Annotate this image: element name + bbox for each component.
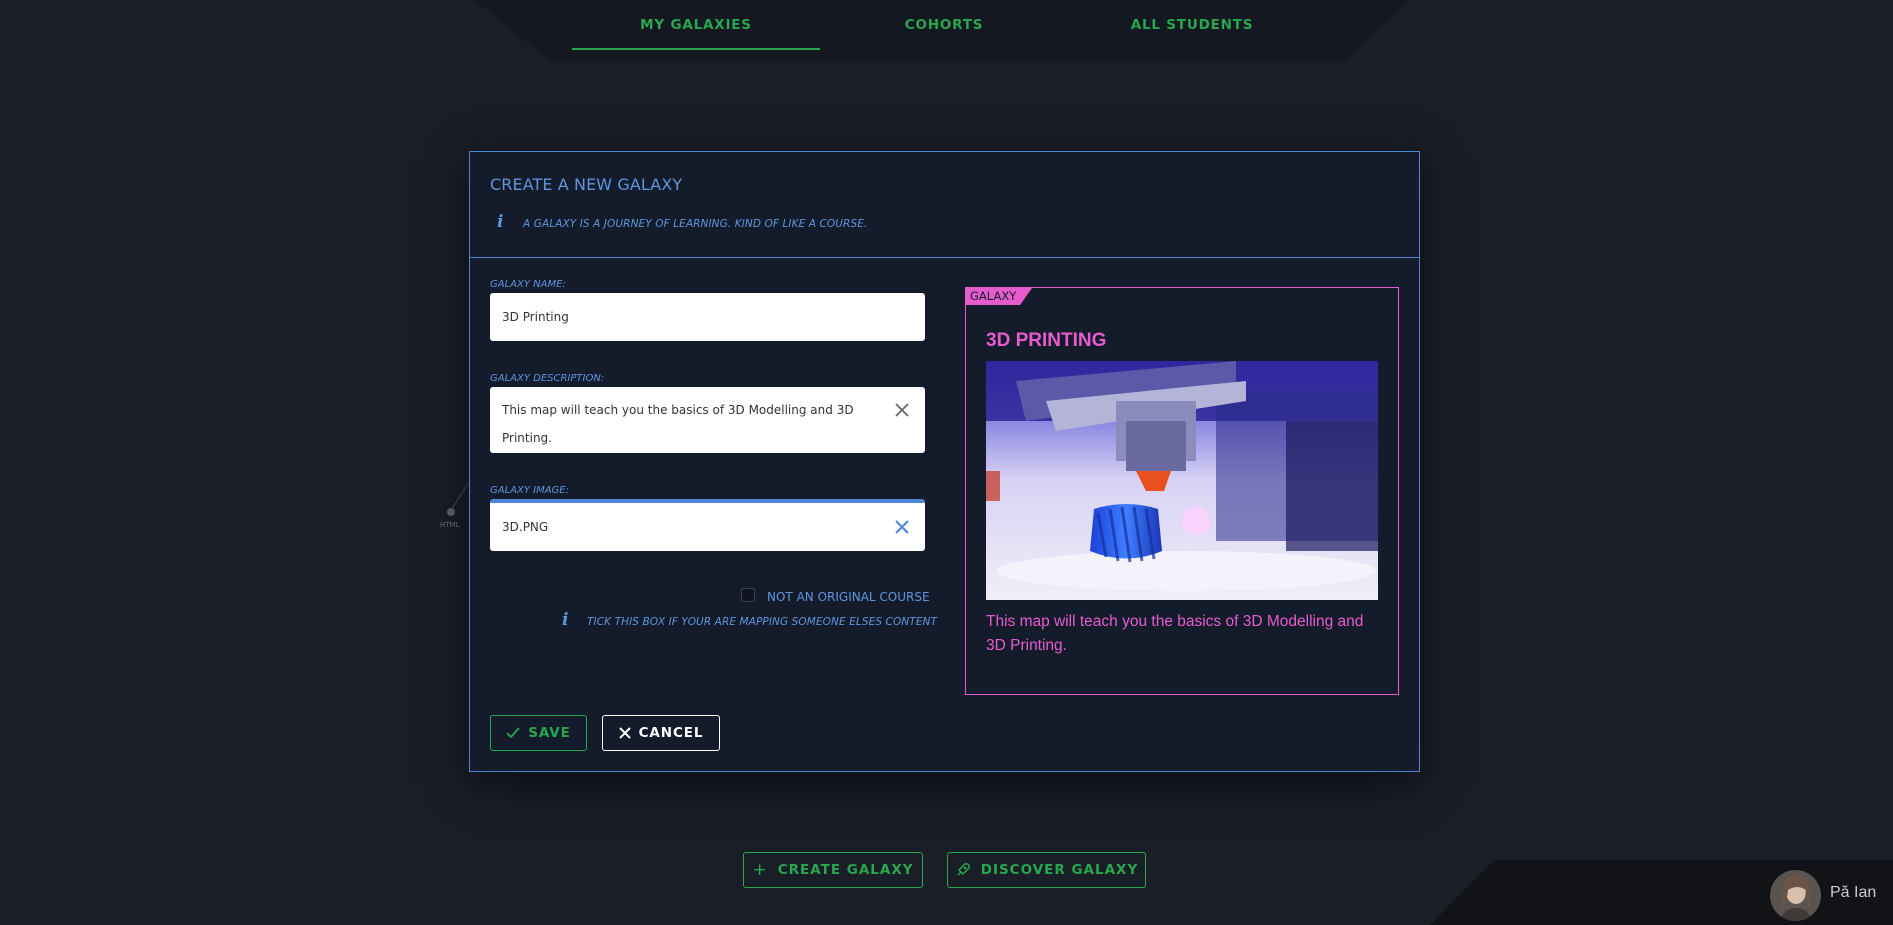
galaxy-description-input[interactable]: This map will teach you the basics of 3D… (490, 387, 925, 453)
clear-description-icon[interactable] (894, 402, 910, 418)
user-avatar[interactable] (1770, 870, 1821, 921)
preview-image (986, 361, 1378, 600)
create-galaxy-dialog: CREATE A NEW GALAXY i A GALAXY IS A JOUR… (469, 151, 1420, 772)
galaxy-description-label: GALAXY DESCRIPTION: (490, 373, 605, 384)
not-original-hint: TICK THIS BOX IF YOUR ARE MAPPING SOMEON… (587, 616, 938, 628)
discover-galaxy-button[interactable]: DISCOVER GALAXY (947, 852, 1146, 888)
user-corner-background (1430, 860, 1893, 925)
galaxy-image-value: 3D.PNG (502, 520, 549, 534)
cancel-label: CANCEL (638, 725, 704, 741)
galaxy-preview-card: GALAXY 3D PRINTING This map will teach y… (965, 287, 1399, 695)
map-node-connector (452, 482, 469, 509)
dialog-title: CREATE A NEW GALAXY (490, 175, 683, 194)
dialog-header: CREATE A NEW GALAXY i A GALAXY IS A JOUR… (470, 152, 1419, 258)
not-original-checkbox[interactable] (741, 588, 755, 602)
discover-galaxy-label: DISCOVER GALAXY (980, 862, 1139, 878)
info-icon: i (562, 610, 569, 630)
save-label: SAVE (528, 725, 571, 741)
galaxy-tag: GALAXY (966, 288, 1032, 305)
galaxy-name-label: GALAXY NAME: (490, 279, 566, 290)
tab-my-galaxies[interactable]: MY GALAXIES (572, 0, 820, 50)
plus-icon: + (752, 860, 768, 880)
tab-all-students[interactable]: ALL STUDENTS (1068, 0, 1316, 50)
galaxy-image-label: GALAXY IMAGE: (490, 485, 569, 496)
dialog-subtitle: A GALAXY IS A JOURNEY OF LEARNING. KIND … (523, 218, 868, 230)
check-icon (506, 727, 520, 739)
galaxy-name-input[interactable]: 3D Printing (490, 293, 925, 341)
info-icon: i (497, 212, 504, 232)
galaxy-description-line1: This map will teach you the basics of 3D… (502, 403, 854, 417)
clear-image-icon[interactable] (894, 519, 910, 535)
user-name[interactable]: Pă Ian (1830, 884, 1876, 902)
galaxy-image-input[interactable]: 3D.PNG (490, 503, 925, 551)
tab-cohorts[interactable]: COHORTS (820, 0, 1068, 50)
preview-title: 3D PRINTING (986, 330, 1107, 351)
top-nav: MY GALAXIES COHORTS ALL STUDENTS (572, 0, 1317, 50)
cancel-button[interactable]: CANCEL (602, 715, 720, 751)
galaxy-name-value: 3D Printing (502, 310, 569, 324)
create-galaxy-button[interactable]: + CREATE GALAXY (743, 852, 923, 888)
save-button[interactable]: SAVE (490, 715, 587, 751)
rocket-icon (957, 863, 970, 876)
close-icon (618, 727, 631, 739)
map-node-dot[interactable] (447, 508, 455, 516)
preview-description: This map will teach you the basics of 3D… (986, 613, 1364, 654)
not-original-label[interactable]: NOT AN ORIGINAL COURSE (767, 590, 930, 604)
galaxy-description-line2: Printing. (502, 431, 552, 445)
create-galaxy-label: CREATE GALAXY (777, 862, 914, 878)
map-node-label: HTML (440, 521, 460, 529)
3d-printer-image (986, 361, 1378, 600)
